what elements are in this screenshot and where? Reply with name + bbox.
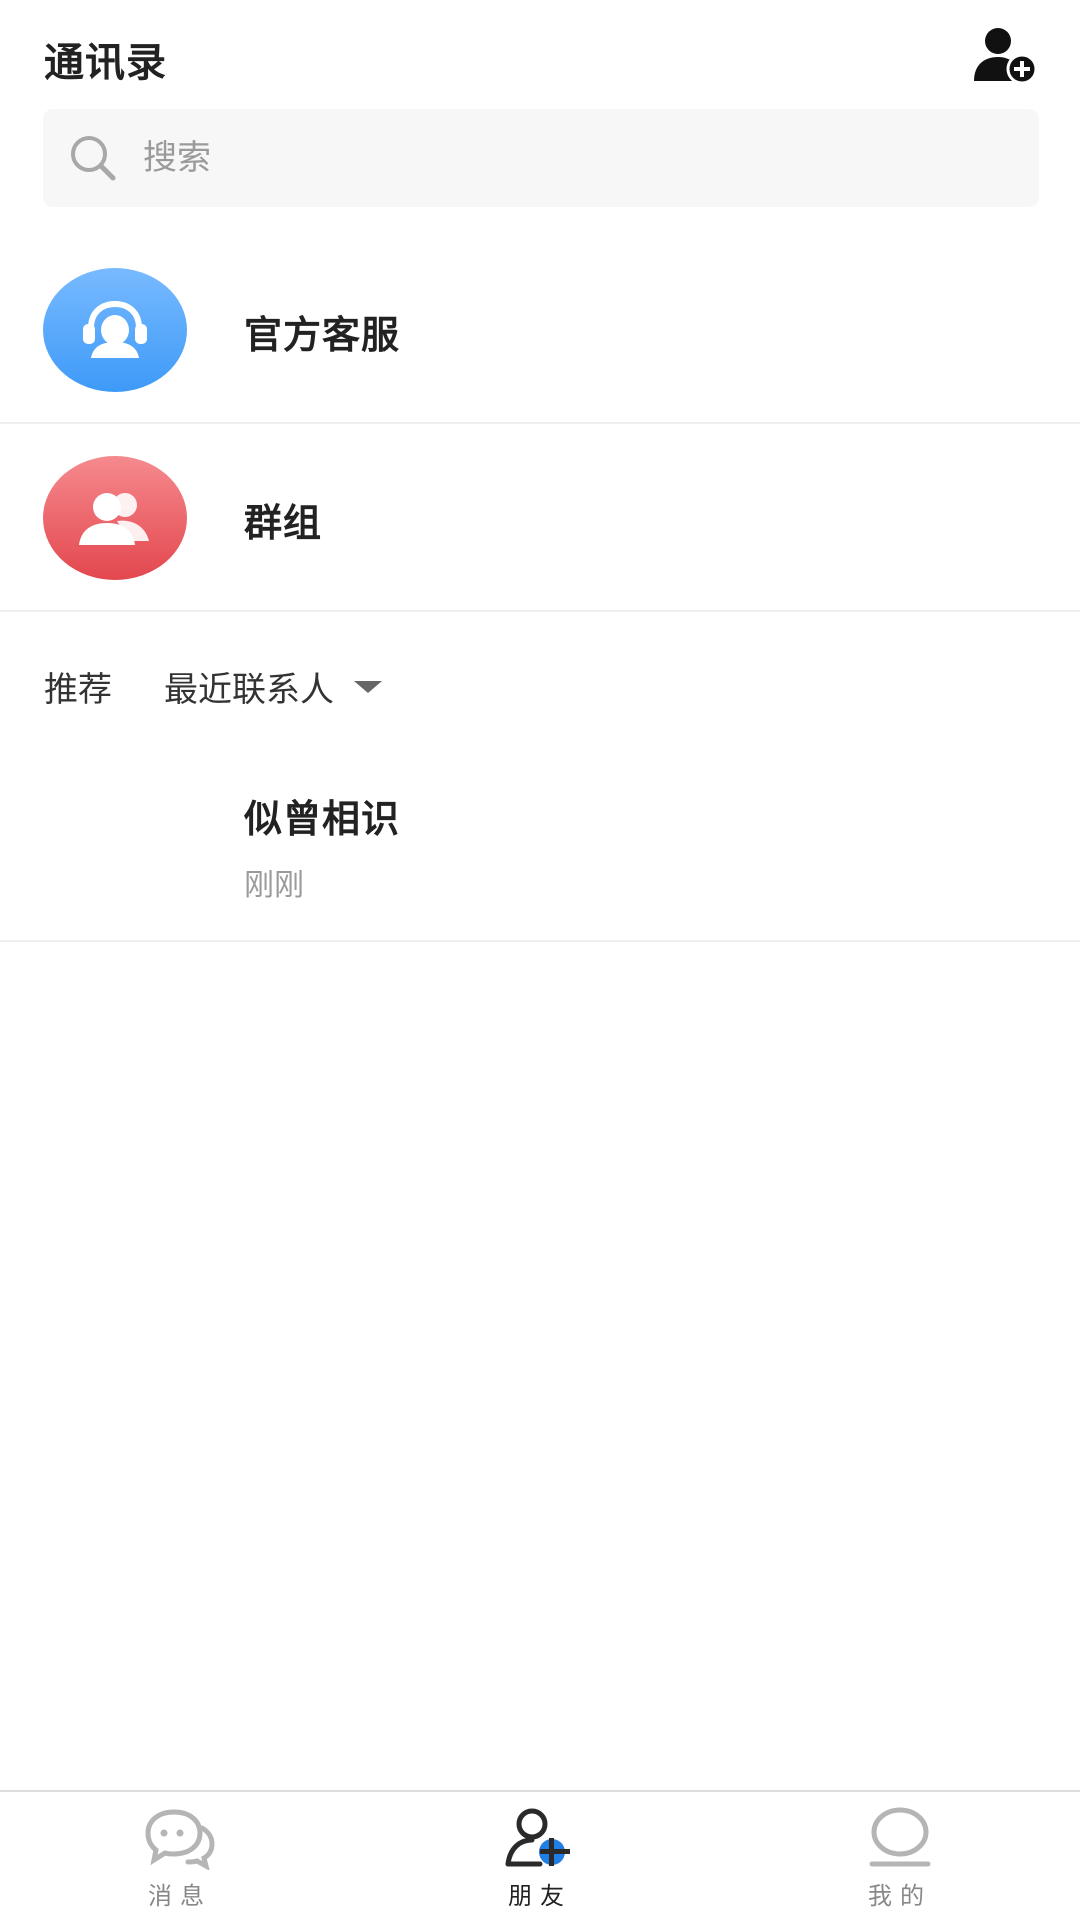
groups-label: 群组 (244, 501, 323, 545)
official-service-avatar (43, 268, 187, 392)
bottom-nav: 消息 朋友 我的 (0, 1790, 1080, 1920)
recent-contacts-dropdown[interactable]: 最近联系人 (164, 662, 382, 711)
contact-last-active: 刚刚 (244, 868, 304, 903)
headset-icon (83, 300, 147, 358)
profile-icon (869, 1807, 931, 1867)
nav-friends-label: 朋友 (508, 1882, 572, 1910)
search-input[interactable] (143, 128, 1039, 188)
add-friend-button[interactable] (970, 22, 1040, 88)
nav-mine[interactable]: 我的 (800, 1792, 1000, 1920)
recommend-filter-row: 推荐 最近联系人 (0, 656, 1080, 716)
search-bar[interactable] (43, 109, 1039, 207)
contacts-screen: 通讯录 官方客服 (0, 0, 1080, 1920)
recommend-tab[interactable]: 推荐 (44, 662, 112, 711)
header: 通讯录 (0, 0, 1080, 106)
groups-avatar (43, 456, 187, 580)
group-icon (79, 493, 149, 545)
friend-add-icon (505, 1808, 570, 1867)
entry-groups[interactable]: 群组 (0, 426, 1080, 612)
official-service-label: 官方客服 (244, 313, 401, 357)
nav-friends[interactable]: 朋友 (440, 1792, 640, 1920)
search-icon (71, 136, 116, 181)
caret-down-icon (354, 680, 382, 693)
entry-official-service[interactable]: 官方客服 (0, 238, 1080, 424)
add-user-icon (974, 28, 1038, 85)
nav-messages[interactable]: 消息 (80, 1792, 280, 1920)
page-title: 通讯录 (44, 40, 167, 86)
chat-bubbles-icon (145, 1809, 215, 1870)
nav-mine-label: 我的 (868, 1882, 932, 1910)
recent-contacts-label: 最近联系人 (164, 670, 334, 710)
contact-name: 似曾相识 (244, 797, 401, 841)
contact-row[interactable]: 似曾相识 刚刚 (0, 760, 1080, 942)
nav-messages-label: 消息 (148, 1882, 212, 1910)
